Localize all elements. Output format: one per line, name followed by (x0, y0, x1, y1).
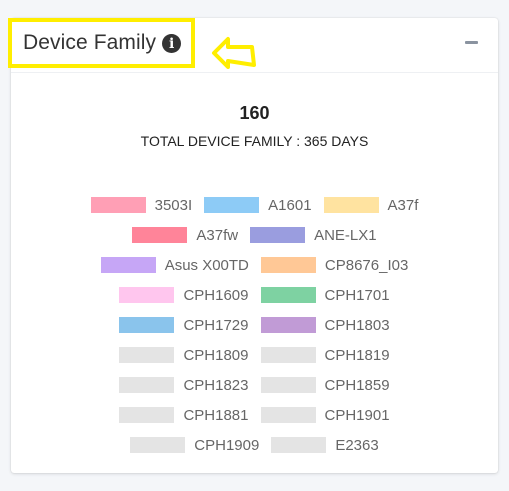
legend-label: A37f (387, 196, 419, 214)
legend-swatch (260, 377, 316, 393)
legend-item[interactable]: A1601 (204, 196, 312, 214)
legend-swatch (323, 197, 379, 213)
legend-swatch (132, 227, 188, 243)
legend-label: CPH1729 (183, 316, 249, 334)
legend-swatch (119, 287, 175, 303)
total-count: 160 (239, 103, 270, 123)
legend-label: CPH1909 (194, 436, 260, 454)
legend-item[interactable]: CPH1859 (260, 376, 390, 394)
legend-item[interactable]: ANE-LX1 (250, 227, 377, 244)
legend-row: 3503I A1601 A37f (11, 190, 498, 220)
legend-label: A1601 (268, 196, 312, 214)
legend-label: CPH1859 (324, 376, 390, 394)
legend-row: CPH1909 E2363 (11, 430, 498, 460)
legend-swatch (100, 257, 156, 273)
legend-item[interactable]: CPH1729 (119, 316, 249, 334)
legend-item[interactable]: CPH1809 (119, 346, 249, 364)
legend-swatch (119, 407, 175, 423)
legend-item[interactable]: Asus X00TD (100, 256, 249, 274)
legend-label: CPH1823 (183, 376, 249, 394)
legend-item[interactable]: 3503I (90, 196, 193, 214)
legend-item[interactable]: CP8676_I03 (260, 256, 409, 274)
highlighted-title-box: Device Family i (8, 18, 195, 68)
legend-row: CPH1823 CPH1859 (11, 370, 498, 400)
legend-item[interactable]: CPH1881 (119, 406, 249, 424)
annotation-arrow-icon (212, 37, 256, 69)
legend-row: CPH1881 CPH1901 (11, 400, 498, 430)
legend-item[interactable]: CPH1609 (119, 286, 249, 304)
legend-swatch (250, 227, 306, 243)
legend-swatch (260, 407, 316, 423)
legend-item[interactable]: CPH1901 (260, 406, 390, 424)
legend-label: CP8676_I03 (324, 256, 409, 274)
legend-item[interactable]: CPH1803 (260, 316, 390, 334)
legend-swatch (260, 317, 316, 333)
legend-label: A37fw (196, 226, 239, 244)
legend-row: A37fw ANE-LX1 (11, 220, 498, 250)
card-header: Device Family i (8, 18, 498, 73)
total-label: TOTAL DEVICE FAMILY : 365 DAYS (140, 133, 369, 149)
legend-swatch (119, 377, 175, 393)
legend-label: CPH1881 (183, 406, 249, 424)
legend-swatch (260, 287, 316, 303)
legend-label: CPH1803 (324, 316, 390, 334)
legend-label: CPH1609 (183, 286, 249, 304)
legend-item[interactable]: CPH1701 (260, 286, 390, 304)
legend-swatch (119, 347, 175, 363)
legend-item[interactable]: E2363 (271, 436, 379, 454)
legend-row: CPH1809 CPH1819 (11, 340, 498, 370)
legend-row: CPH1729 CPH1803 (11, 310, 498, 340)
legend-swatch (271, 437, 327, 453)
collapse-button[interactable] (465, 41, 478, 44)
chart-legend: 3503I A1601 A37f A37fw ANE-LX1 Asus X00TD CP86… (11, 190, 498, 460)
legend-label: ANE-LX1 (314, 226, 377, 244)
legend-item[interactable]: CPH1819 (260, 346, 390, 364)
legend-swatch (260, 347, 316, 363)
legend-item[interactable]: CPH1823 (119, 376, 249, 394)
legend-label: CPH1809 (183, 346, 249, 364)
legend-item[interactable]: A37f (323, 196, 419, 214)
device-family-card: Device Family i 160 TOTAL DEVICE FAMILY … (8, 18, 498, 473)
legend-label: 3503I (154, 196, 193, 214)
legend-item[interactable]: A37fw (132, 227, 238, 244)
legend-label: CPH1901 (324, 406, 390, 424)
legend-label: E2363 (335, 436, 379, 454)
legend-item[interactable]: CPH1909 (130, 437, 259, 454)
summary: 160 TOTAL DEVICE FAMILY : 365 DAYS (11, 103, 498, 149)
legend-swatch (119, 317, 175, 333)
info-icon[interactable]: i (162, 34, 182, 53)
legend-row: Asus X00TD CP8676_I03 (11, 250, 498, 280)
legend-swatch (204, 197, 260, 213)
legend-label: CPH1701 (324, 286, 390, 304)
legend-label: Asus X00TD (164, 256, 249, 274)
legend-label: CPH1819 (324, 346, 390, 364)
legend-swatch (90, 197, 146, 213)
legend-swatch (130, 437, 186, 453)
card-title: Device Family (23, 31, 157, 54)
legend-swatch (260, 257, 316, 273)
legend-row: CPH1609 CPH1701 (11, 280, 498, 310)
